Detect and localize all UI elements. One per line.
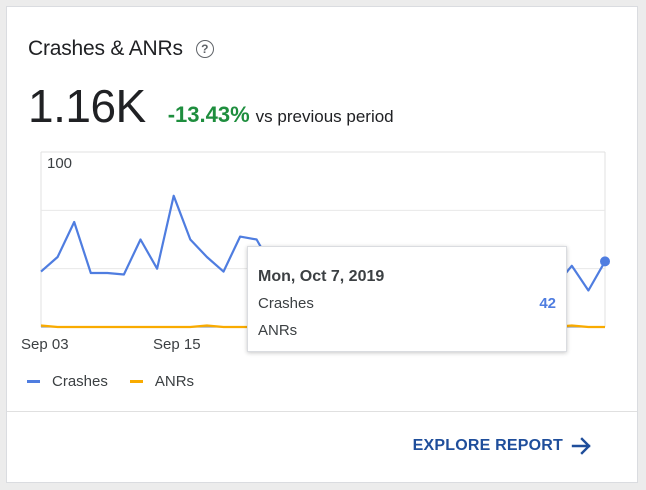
x-tick-label-1: Sep 15 xyxy=(153,336,201,353)
explore-report-button[interactable]: EXPLORE REPORT xyxy=(413,437,593,455)
tooltip-anrs-label: ANRs xyxy=(258,322,298,339)
arrow-right-icon xyxy=(571,437,591,455)
chart-tooltip: Mon, Oct 7, 2019 Crashes 42 ANRs xyxy=(247,246,567,352)
chart-legend: Crashes ANRs xyxy=(27,373,216,390)
crashes-anrs-card: Crashes & ANRs ? 1.16K -13.43% vs previo… xyxy=(6,6,638,483)
legend-label-anrs: ANRs xyxy=(154,373,195,390)
legend-swatch-anrs xyxy=(129,380,143,383)
x-axis-ticks: Sep 03 Sep 15 xyxy=(21,336,201,353)
x-tick-label-0: Sep 03 xyxy=(21,336,69,353)
y-tick-label-0: 100 xyxy=(47,155,72,172)
series-point-crashes-34 xyxy=(600,256,610,267)
y-axis-ticks: 100 xyxy=(47,155,72,172)
explore-report-label: EXPLORE REPORT xyxy=(412,437,563,454)
card-divider xyxy=(7,411,637,412)
legend-swatch-crashes xyxy=(27,380,40,383)
tooltip-crashes-label: Crashes xyxy=(258,295,314,312)
legend-item-crashes[interactable]: Crashes xyxy=(27,373,108,390)
tooltip-date: Mon, Oct 7, 2019 xyxy=(258,268,385,285)
legend-label-crashes: Crashes xyxy=(52,373,108,390)
tooltip-crashes-value: 42 xyxy=(539,295,556,312)
legend-item-anrs[interactable]: ANRs xyxy=(129,373,195,390)
